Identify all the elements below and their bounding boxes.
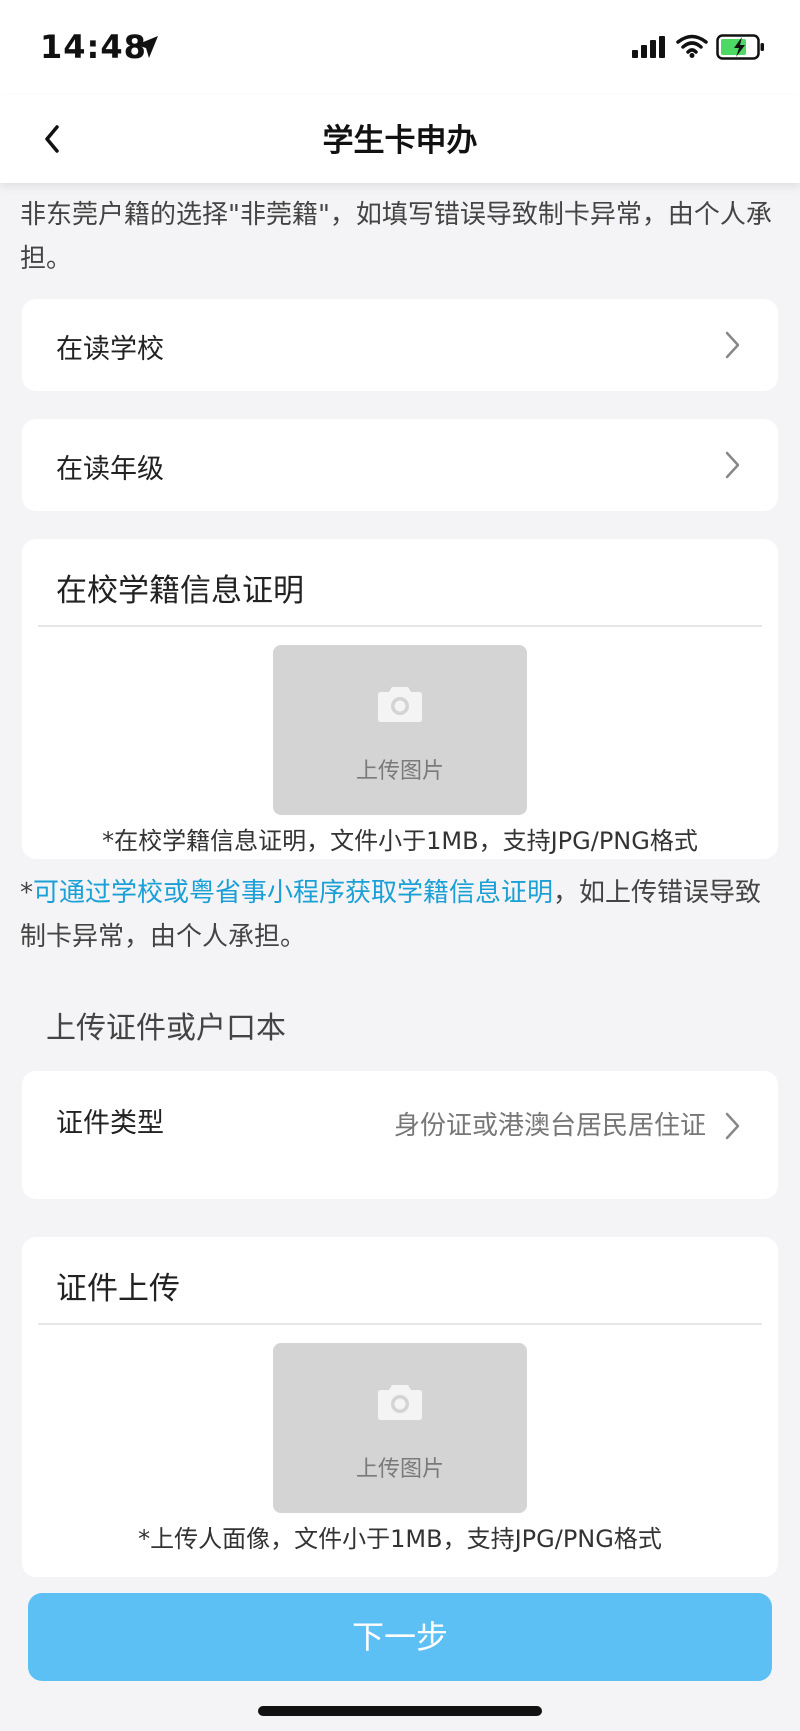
location-arrow-icon: [136, 36, 158, 58]
cellular-signal-icon: [632, 36, 665, 58]
chevron-right-icon: [725, 451, 740, 479]
id-type-value: 身份证或港澳台居民居住证: [393, 1111, 706, 1141]
next-step-button[interactable]: 下一步: [28, 1593, 772, 1681]
battery-charging-icon: [716, 34, 764, 60]
id-upload-hint: *上传人面像，文件小于1MB，支持JPG/PNG格式: [138, 1525, 662, 1553]
enrollment-proof-title: 在校学籍信息证明: [56, 573, 304, 609]
grade-row[interactable]: 在读年级: [22, 419, 778, 511]
notice-text: 非东莞户籍的选择"非莞籍"，如填写错误导致制卡异常，由个人承担。: [20, 200, 772, 274]
id-upload-card: 证件上传 上传图片 *上传人面像，文件小于1MB，支持JPG/PNG格式: [22, 1237, 778, 1577]
id-upload-title: 证件上传: [56, 1271, 180, 1307]
school-label: 在读学校: [56, 334, 164, 365]
status-time: 14:48: [40, 28, 147, 66]
upload-label: 上传图片: [355, 759, 444, 784]
page-title: 学生卡申办: [322, 123, 478, 159]
chevron-right-icon: [725, 331, 740, 359]
enrollment-proof-link[interactable]: 可通过学校或粤省事小程序获取学籍信息证明: [33, 878, 553, 908]
school-row[interactable]: 在读学校: [22, 299, 778, 391]
enrollment-upload-button[interactable]: 上传图片: [273, 645, 527, 815]
chevron-right-icon: [725, 1112, 740, 1140]
nav-bar: 学生卡申办: [0, 95, 800, 183]
camera-icon: [378, 687, 422, 722]
enrollment-info-text: *可通过学校或粤省事小程序获取学籍信息证明，如上传错误导致制卡异常，由个人承担。: [20, 871, 780, 959]
id-section-title: 上传证件或户口本: [46, 1011, 286, 1046]
id-upload-button[interactable]: 上传图片: [273, 1343, 527, 1513]
camera-icon: [378, 1385, 422, 1420]
divider: [38, 625, 762, 627]
enrollment-hint: *在校学籍信息证明，文件小于1MB，支持JPG/PNG格式: [102, 827, 698, 855]
upload-label: 上传图片: [355, 1457, 444, 1482]
home-indicator: [258, 1706, 542, 1716]
id-type-label: 证件类型: [56, 1108, 164, 1139]
status-bar: 14:48: [0, 0, 800, 95]
divider: [38, 1323, 762, 1325]
enrollment-proof-card: 在校学籍信息证明 上传图片 *在校学籍信息证明，文件小于1MB，支持JPG/PN…: [22, 539, 778, 859]
id-type-row[interactable]: 证件类型 身份证或港澳台居民居住证: [22, 1071, 778, 1199]
grade-label: 在读年级: [56, 454, 164, 485]
info-prefix: *: [20, 878, 33, 908]
wifi-icon: [676, 34, 708, 58]
